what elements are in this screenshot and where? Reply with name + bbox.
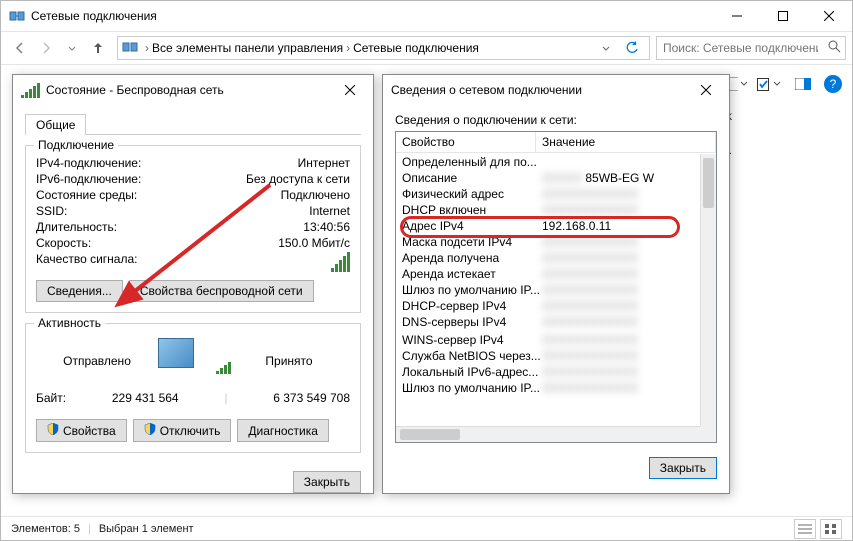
close-button[interactable] (806, 1, 852, 31)
list-item[interactable]: Аренда полученаXXXXXXXXXXXX (396, 250, 700, 266)
list-item[interactable]: DNS-серверы IPv4XXXXXXXXXXXX (396, 314, 700, 330)
chevron-right-icon: › (145, 41, 149, 55)
signal-label: Качество сигнала: (36, 252, 137, 272)
list-item[interactable]: Маска подсети IPv4XXXXXXXXXXXX (396, 234, 700, 250)
list-item[interactable]: Определенный для по... (396, 154, 700, 170)
status-selected: Выбран 1 элемент (99, 523, 194, 535)
disable-button[interactable]: Отключить (133, 419, 232, 442)
group-title: Активность (34, 316, 105, 330)
details-button[interactable]: Сведения... (36, 280, 123, 302)
column-property[interactable]: Свойство (396, 132, 536, 152)
signal-bars-icon (331, 252, 350, 272)
list-item[interactable]: Локальный IPv6-адрес...XXXXXXXXXXXX (396, 364, 700, 380)
dialog-close-button[interactable] (335, 77, 365, 103)
media-value: Подключено (281, 188, 350, 202)
dialog-title: Сведения о сетевом подключении (391, 83, 691, 97)
ipv6-value: Без доступа к сети (246, 172, 350, 186)
details-pane-button[interactable] (790, 73, 816, 95)
minimize-button[interactable] (714, 1, 760, 31)
group-title: Подключение (34, 138, 118, 152)
up-button[interactable] (85, 35, 111, 61)
breadcrumb-segment[interactable]: ›Все элементы панели управления (142, 41, 343, 55)
speed-value: 150.0 Мбит/с (278, 236, 350, 250)
details-view-button[interactable] (794, 519, 816, 539)
horizontal-scrollbar[interactable] (396, 426, 700, 442)
forward-button[interactable] (33, 35, 59, 61)
list-item[interactable]: WINS-сервер IPv4XXXXXXXXXXXX (396, 332, 700, 348)
sent-label: Отправлено (36, 354, 158, 368)
diagnose-button[interactable]: Диагностика (237, 419, 329, 442)
signal-icon (21, 83, 40, 98)
dialog-titlebar: Состояние - Беспроводная сеть (13, 75, 373, 105)
vertical-scrollbar[interactable] (700, 154, 716, 426)
preview-pane-button[interactable] (756, 73, 782, 95)
ipv6-label: IPv6-подключение: (36, 172, 141, 186)
shield-icon (47, 423, 59, 438)
list-item[interactable]: Физический адресXXXXXXXXXXXX (396, 186, 700, 202)
ssid-label: SSID: (36, 204, 67, 218)
icons-view-button[interactable] (820, 519, 842, 539)
address-icon (122, 39, 138, 58)
chevron-right-icon: › (346, 41, 350, 55)
close-button[interactable]: Закрыть (649, 457, 717, 479)
ipv4-label: IPv4-подключение: (36, 156, 141, 170)
tab-general[interactable]: Общие (25, 114, 86, 135)
maximize-button[interactable] (760, 1, 806, 31)
bytes-label: Байт: (36, 391, 66, 405)
list-item[interactable]: Служба NetBIOS через...XXXXXXXXXXXX (396, 348, 700, 364)
list-item[interactable]: Адрес IPv4192.168.0.11 (396, 218, 700, 234)
properties-button[interactable]: Свойства (36, 419, 127, 442)
address-bar[interactable]: ›Все элементы панели управления ›Сетевые… (117, 36, 650, 60)
tab-strip: Общие (25, 113, 361, 135)
media-label: Состояние среды: (36, 188, 137, 202)
help-icon[interactable]: ? (824, 75, 842, 93)
duration-label: Длительность: (36, 220, 117, 234)
address-dropdown[interactable] (593, 35, 619, 61)
view-controls: ? (722, 73, 842, 95)
details-list[interactable]: Свойство Значение Определенный для по...… (395, 131, 717, 443)
shield-icon (144, 423, 156, 438)
titlebar: Сетевые подключения (1, 1, 852, 31)
activity-group: Активность Отправлено Принято Байт: 229 … (25, 323, 361, 453)
search-icon[interactable] (824, 40, 845, 56)
close-button[interactable]: Закрыть (293, 471, 361, 493)
bytes-sent: 229 431 564 (112, 391, 179, 405)
received-label: Принято (228, 354, 350, 368)
ipv4-value: Интернет (298, 156, 350, 170)
search-input[interactable] (657, 41, 824, 55)
list-header: Свойство Значение (396, 132, 716, 153)
back-button[interactable] (7, 35, 33, 61)
bytes-received: 6 373 549 708 (273, 391, 350, 405)
speed-label: Скорость: (36, 236, 91, 250)
dialog-titlebar: Сведения о сетевом подключении (383, 75, 729, 105)
list-item[interactable]: Шлюз по умолчанию IP...XXXXXXXXXXXX (396, 380, 700, 396)
column-value[interactable]: Значение (536, 132, 716, 152)
wireless-properties-button[interactable]: Свойства беспроводной сети (129, 280, 314, 302)
wifi-status-dialog: Состояние - Беспроводная сеть Общие Подк… (12, 74, 374, 494)
connection-group: Подключение IPv4-подключение:Интернет IP… (25, 145, 361, 313)
list-item[interactable]: ОписаниеXXXXX 85WB-EG W (396, 170, 700, 186)
status-count: Элементов: 5 (11, 523, 80, 535)
toolbar: ›Все элементы панели управления ›Сетевые… (1, 31, 852, 65)
list-item[interactable]: DHCP-сервер IPv4XXXXXXXXXXXX (396, 298, 700, 314)
refresh-button[interactable] (619, 35, 645, 61)
duration-value: 13:40:56 (303, 220, 350, 234)
search-box[interactable] (656, 36, 846, 60)
activity-icon (158, 338, 228, 383)
window-icon (9, 8, 25, 24)
dialog-title: Состояние - Беспроводная сеть (46, 83, 335, 97)
status-bar: Элементов: 5 | Выбран 1 элемент (1, 516, 852, 540)
list-item[interactable]: DHCP включенXXXXXXXXXXXX (396, 202, 700, 218)
ssid-value: Internet (309, 204, 350, 218)
breadcrumb-segment[interactable]: ›Сетевые подключения (343, 41, 479, 55)
window-title: Сетевые подключения (31, 9, 714, 23)
dialog-close-button[interactable] (691, 77, 721, 103)
recent-dropdown[interactable] (59, 35, 85, 61)
details-label: Сведения о подключении к сети: (395, 113, 717, 127)
list-item[interactable]: Шлюз по умолчанию IP...XXXXXXXXXXXX (396, 282, 700, 298)
checkbox-icon (757, 78, 769, 91)
list-item[interactable]: Аренда истекаетXXXXXXXXXXXX (396, 266, 700, 282)
network-details-dialog: Сведения о сетевом подключении Сведения … (382, 74, 730, 494)
